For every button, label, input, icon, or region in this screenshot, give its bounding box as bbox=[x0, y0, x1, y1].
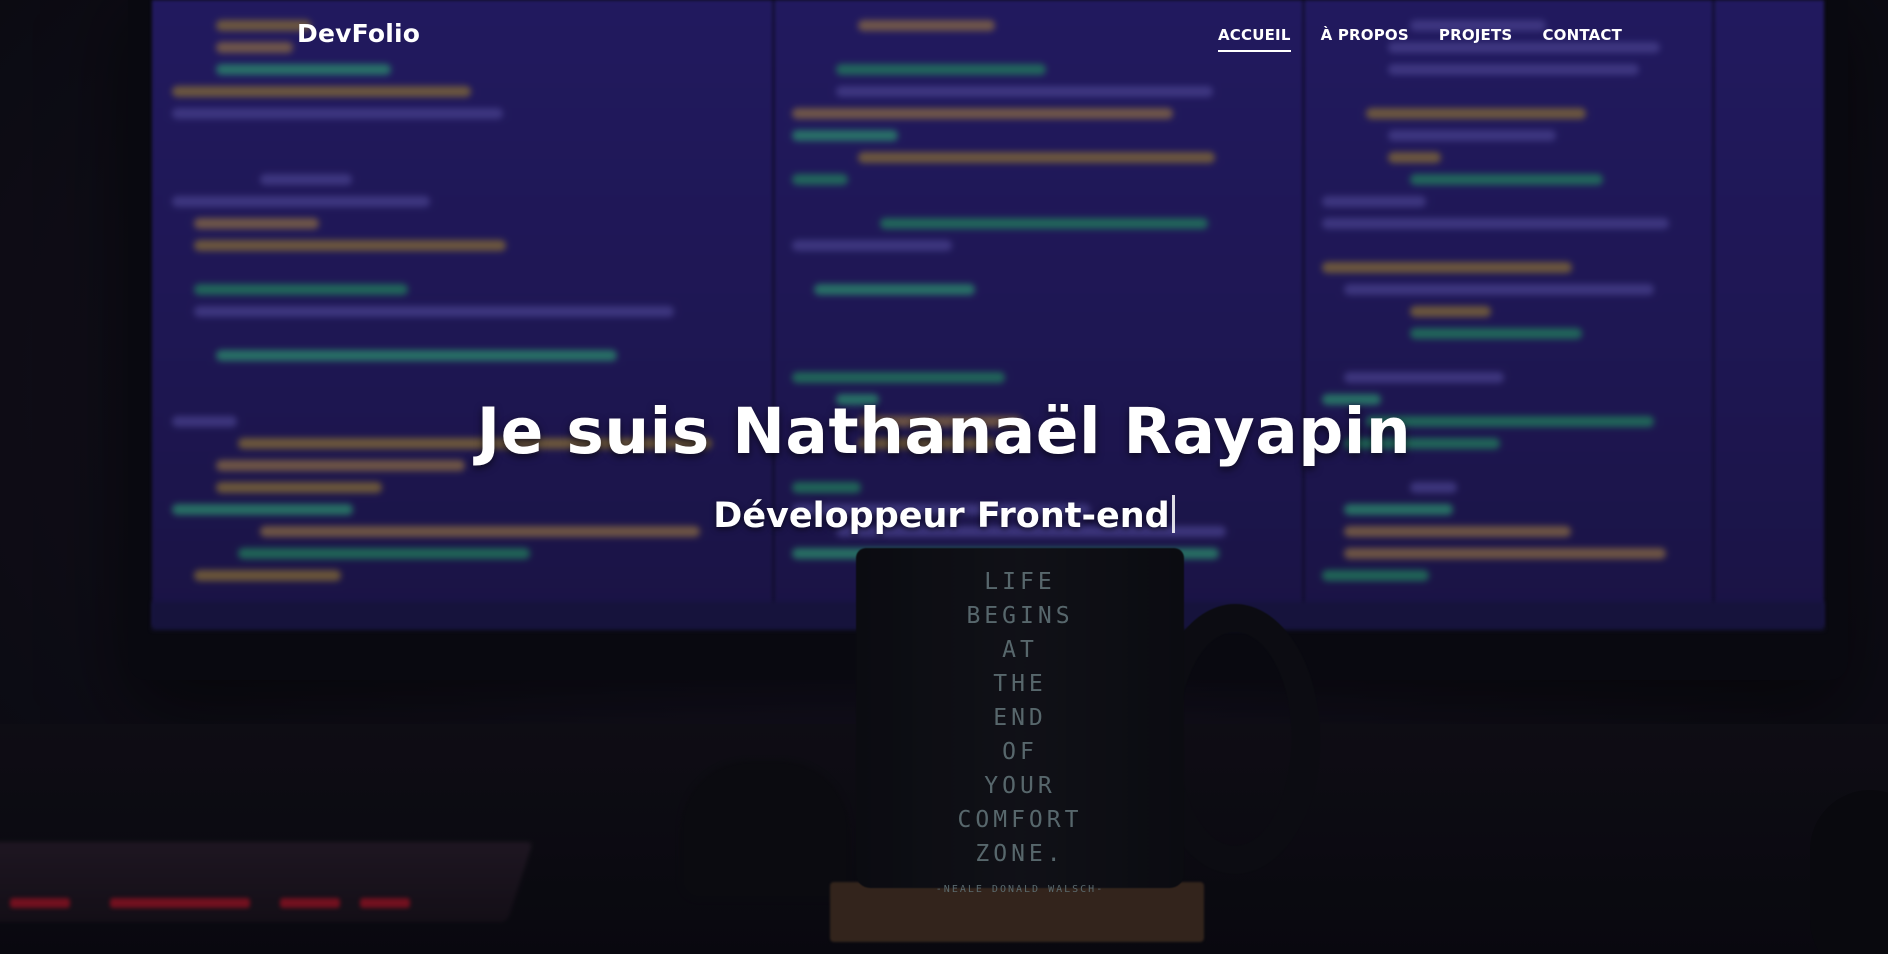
nav-menu: ACCUEIL À PROPOS PROJETS CONTACT bbox=[1218, 25, 1622, 52]
nav-link-accueil[interactable]: ACCUEIL bbox=[1218, 26, 1291, 52]
nav-item-contact: CONTACT bbox=[1542, 25, 1622, 52]
hero-title: Je suis Nathanaël Rayapin bbox=[476, 395, 1412, 468]
hero-subtitle-wrapper: Développeur Front-end bbox=[0, 492, 1888, 540]
nav-link-contact[interactable]: CONTACT bbox=[1542, 26, 1622, 52]
hero-content: Je suis Nathanaël Rayapin Développeur Fr… bbox=[0, 392, 1888, 540]
brand-logo-link[interactable]: DevFolio bbox=[297, 19, 420, 48]
typing-cursor bbox=[1171, 495, 1175, 533]
nav-item-projets: PROJETS bbox=[1439, 25, 1513, 52]
nav-link-a-propos[interactable]: À PROPOS bbox=[1321, 26, 1409, 52]
nav-item-a-propos: À PROPOS bbox=[1321, 25, 1409, 52]
hero-subtitle: Développeur Front-end bbox=[713, 496, 1170, 536]
nav-link-projets[interactable]: PROJETS bbox=[1439, 26, 1513, 52]
hero-section: LIFE BEGINS AT THE END OF YOUR COMFORT ZONE. -NEA… bbox=[0, 0, 1888, 954]
nav-item-accueil: ACCUEIL bbox=[1218, 25, 1291, 52]
navbar: DevFolio ACCUEIL À PROPOS PROJETS CONTAC… bbox=[0, 0, 1888, 72]
